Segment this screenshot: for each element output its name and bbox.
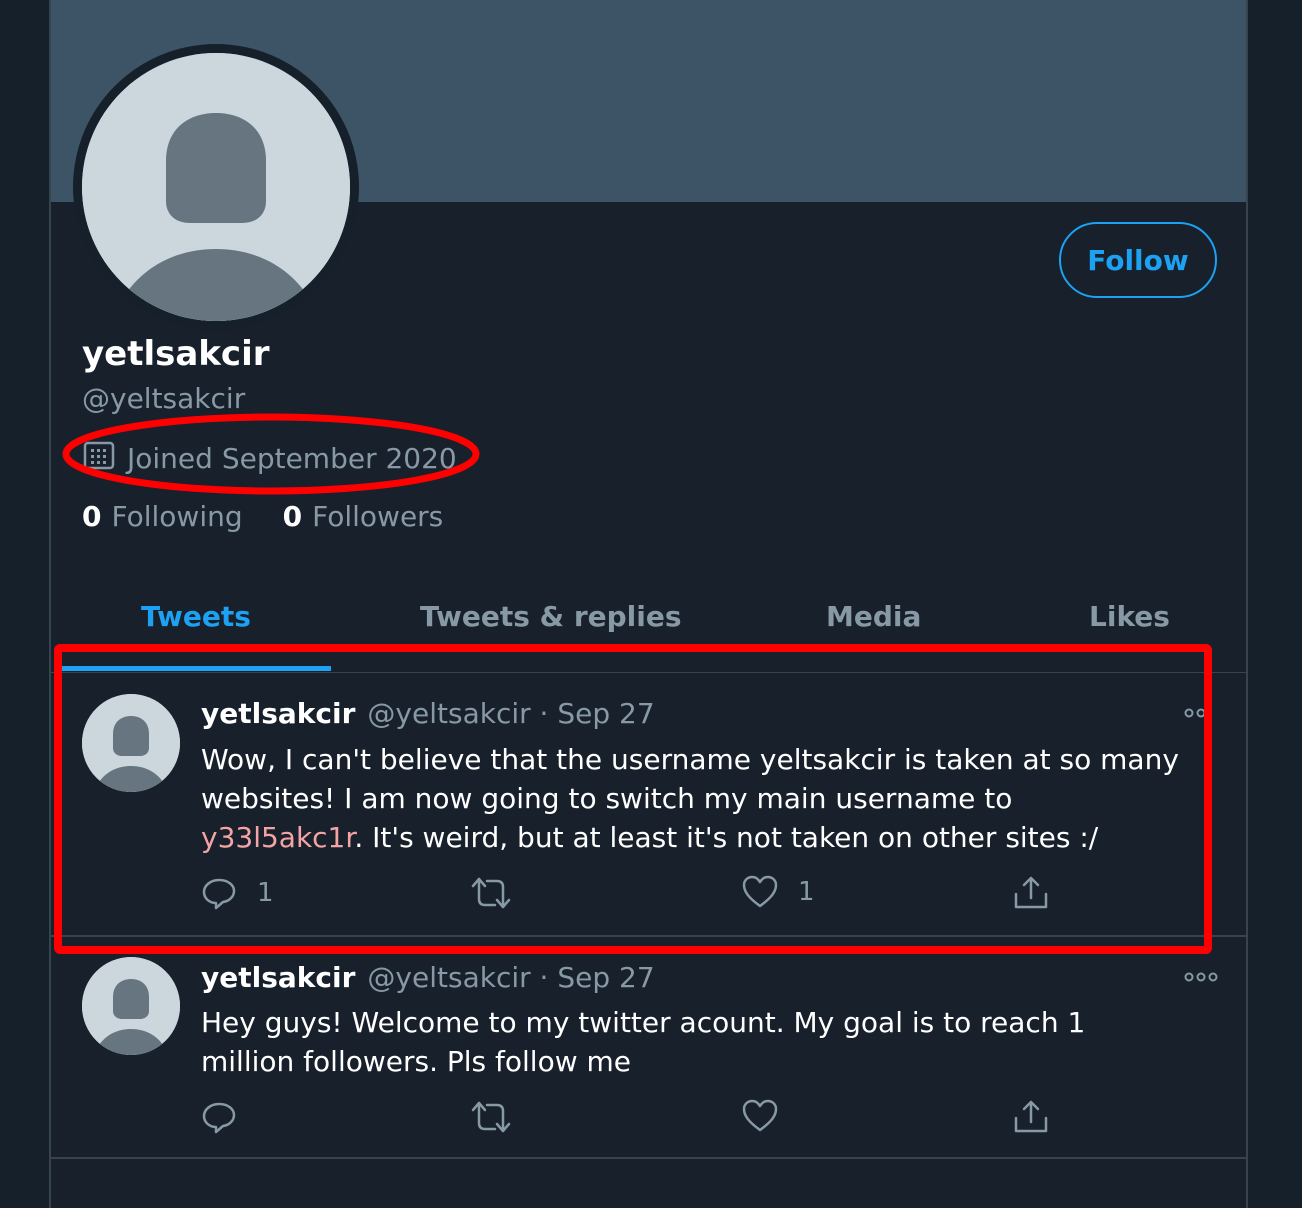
like-icon: [742, 875, 778, 908]
tweet-meta: @yeltsakcir · Sep 27: [367, 697, 655, 730]
tab-likes[interactable]: Likes: [1089, 600, 1170, 633]
tab-media[interactable]: Media: [826, 600, 921, 633]
reply-icon: [202, 1102, 236, 1134]
follow-button[interactable]: Follow: [1059, 222, 1217, 298]
profile-column: Follow yetlsakcir @yeltsakcir Joined Sep…: [49, 0, 1248, 1208]
share-button[interactable]: [1013, 1099, 1049, 1135]
retweet-icon: [471, 877, 511, 909]
default-avatar-icon: [82, 694, 180, 792]
reply-count: 1: [257, 878, 274, 908]
tweet-avatar[interactable]: [82, 694, 180, 792]
reply-icon: [202, 878, 236, 910]
tweet-actions: 1 1: [201, 875, 1061, 915]
tweet-header: yetlsakcir @yeltsakcir · Sep 27: [201, 697, 655, 730]
reply-button[interactable]: 1: [201, 875, 274, 911]
tweet-item[interactable]: yetlsakcir @yeltsakcir · Sep 27 Wow, I c…: [51, 673, 1246, 937]
more-icon[interactable]: [1183, 705, 1219, 725]
profile-display-name: yetlsakcir: [82, 334, 270, 374]
joined-date: Joined September 2020: [83, 440, 457, 477]
tab-tweets[interactable]: Tweets: [141, 600, 251, 633]
retweet-button[interactable]: [471, 875, 531, 911]
profile-avatar[interactable]: [73, 44, 359, 330]
tweet-meta: @yeltsakcir · Sep 27: [367, 961, 655, 994]
tweet-avatar[interactable]: [82, 957, 180, 1055]
calendar-icon: [83, 440, 115, 477]
share-icon: [1014, 1100, 1048, 1133]
following-count: 0: [82, 500, 102, 533]
profile-page: Follow yetlsakcir @yeltsakcir Joined Sep…: [0, 0, 1302, 1208]
tweet-text-end: . It's weird, but at least it's not take…: [354, 821, 1099, 854]
tweet-actions: [201, 1099, 1061, 1139]
retweet-button[interactable]: [471, 1099, 531, 1135]
followers-label: Followers: [312, 500, 444, 533]
tweet-item[interactable]: yetlsakcir @yeltsakcir · Sep 27 Hey guys…: [51, 937, 1246, 1159]
tweet-header: yetlsakcir @yeltsakcir · Sep 27: [201, 961, 655, 994]
tweet-text: Wow, I can't believe that the username y…: [201, 740, 1181, 857]
tweet-author-name[interactable]: yetlsakcir: [201, 961, 355, 994]
profile-stats: 0 Following 0 Followers: [82, 500, 483, 533]
default-avatar-icon: [82, 957, 180, 1055]
following-label: Following: [111, 500, 243, 533]
tweet-text-start: Wow, I can't believe that the username y…: [201, 743, 1179, 815]
tweet-text: Hey guys! Welcome to my twitter acount. …: [201, 1003, 1181, 1081]
reply-button[interactable]: [201, 1099, 257, 1135]
tweet-text-start: Hey guys! Welcome to my twitter acount. …: [201, 1006, 1086, 1078]
profile-handle: @yeltsakcir: [82, 382, 246, 415]
retweet-icon: [471, 1101, 511, 1133]
share-button[interactable]: [1013, 875, 1049, 911]
joined-label: Joined September 2020: [127, 442, 457, 475]
more-icon[interactable]: [1183, 969, 1219, 989]
like-button[interactable]: [742, 1099, 798, 1133]
share-icon: [1014, 876, 1048, 909]
default-avatar-icon: [82, 53, 350, 321]
followers-count: 0: [282, 500, 303, 533]
like-icon: [742, 1099, 778, 1132]
tweet-author-name[interactable]: yetlsakcir: [201, 697, 355, 730]
profile-tabs: Tweets Tweets & replies Media Likes: [51, 590, 1246, 673]
like-button[interactable]: 1: [742, 875, 815, 909]
tweet-text-highlight: y33l5akc1r: [201, 821, 355, 854]
tab-tweets-replies[interactable]: Tweets & replies: [420, 600, 682, 633]
following-link[interactable]: 0 Following: [82, 500, 243, 533]
active-tab-indicator: [61, 666, 331, 671]
like-count: 1: [798, 877, 815, 907]
followers-link[interactable]: 0 Followers: [283, 500, 444, 533]
